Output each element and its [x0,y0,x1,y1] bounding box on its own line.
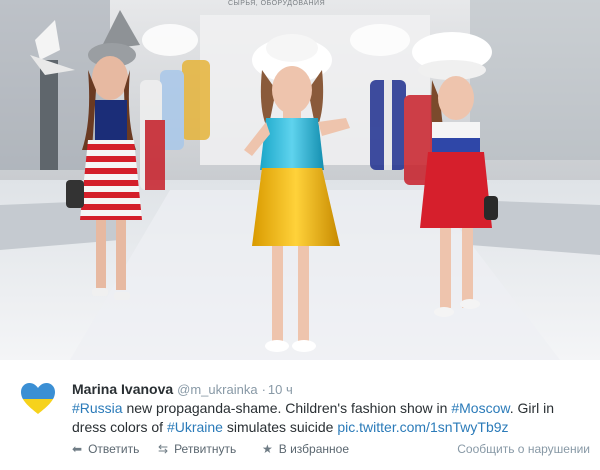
header-separator: · [261,382,266,397]
author-name[interactable]: Marina Ivanova [72,381,173,397]
hashtag-russia[interactable]: #Russia [72,400,123,416]
reply-icon: ⬅ [72,442,83,456]
favorite-button[interactable]: ★ В избранное [262,442,349,456]
tweet-actions: ⬅ Ответить ⇆ Ретвитнуть ★ В избранное Со… [72,442,590,458]
hashtag-ukraine[interactable]: #Ukraine [167,419,223,435]
reply-label: Ответить [88,442,140,456]
star-icon: ★ [262,442,273,456]
hashtag-moscow[interactable]: #Moscow [451,400,509,416]
tweet-timestamp[interactable]: 10 ч [268,382,293,397]
fashion-show-photo [0,0,600,360]
favorite-label: В избранное [278,442,349,456]
tweet: Marina Ivanova @m_ukrainka · 10 ч #Russia n… [0,360,600,470]
retweet-label: Ретвитнуть [174,442,237,456]
retweet-icon: ⇆ [158,442,169,456]
tweet-photo[interactable]: СЫРЬЯ, ОБОРУДОВАНИЯ [0,0,600,360]
reply-button[interactable]: ⬅ Ответить [72,442,139,456]
tweet-text-part1: new propaganda-shame. Children's fashion… [122,400,452,416]
media-link[interactable]: pic.twitter.com/1snTwyTb9z [337,419,508,435]
retweet-button[interactable]: ⇆ Ретвитнуть [158,442,236,456]
tweet-text: #Russia new propaganda-shame. Children's… [72,399,592,437]
tweet-text-part3: simulates suicide [222,419,338,435]
heart-ukraine-flag-icon[interactable] [20,382,56,416]
tweet-header: Marina Ivanova @m_ukrainka · 10 ч [72,380,293,399]
photo-watermark: СЫРЬЯ, ОБОРУДОВАНИЯ [228,0,326,7]
author-handle[interactable]: @m_ukrainka [177,382,257,397]
report-link[interactable]: Сообщить о нарушении [457,442,590,456]
